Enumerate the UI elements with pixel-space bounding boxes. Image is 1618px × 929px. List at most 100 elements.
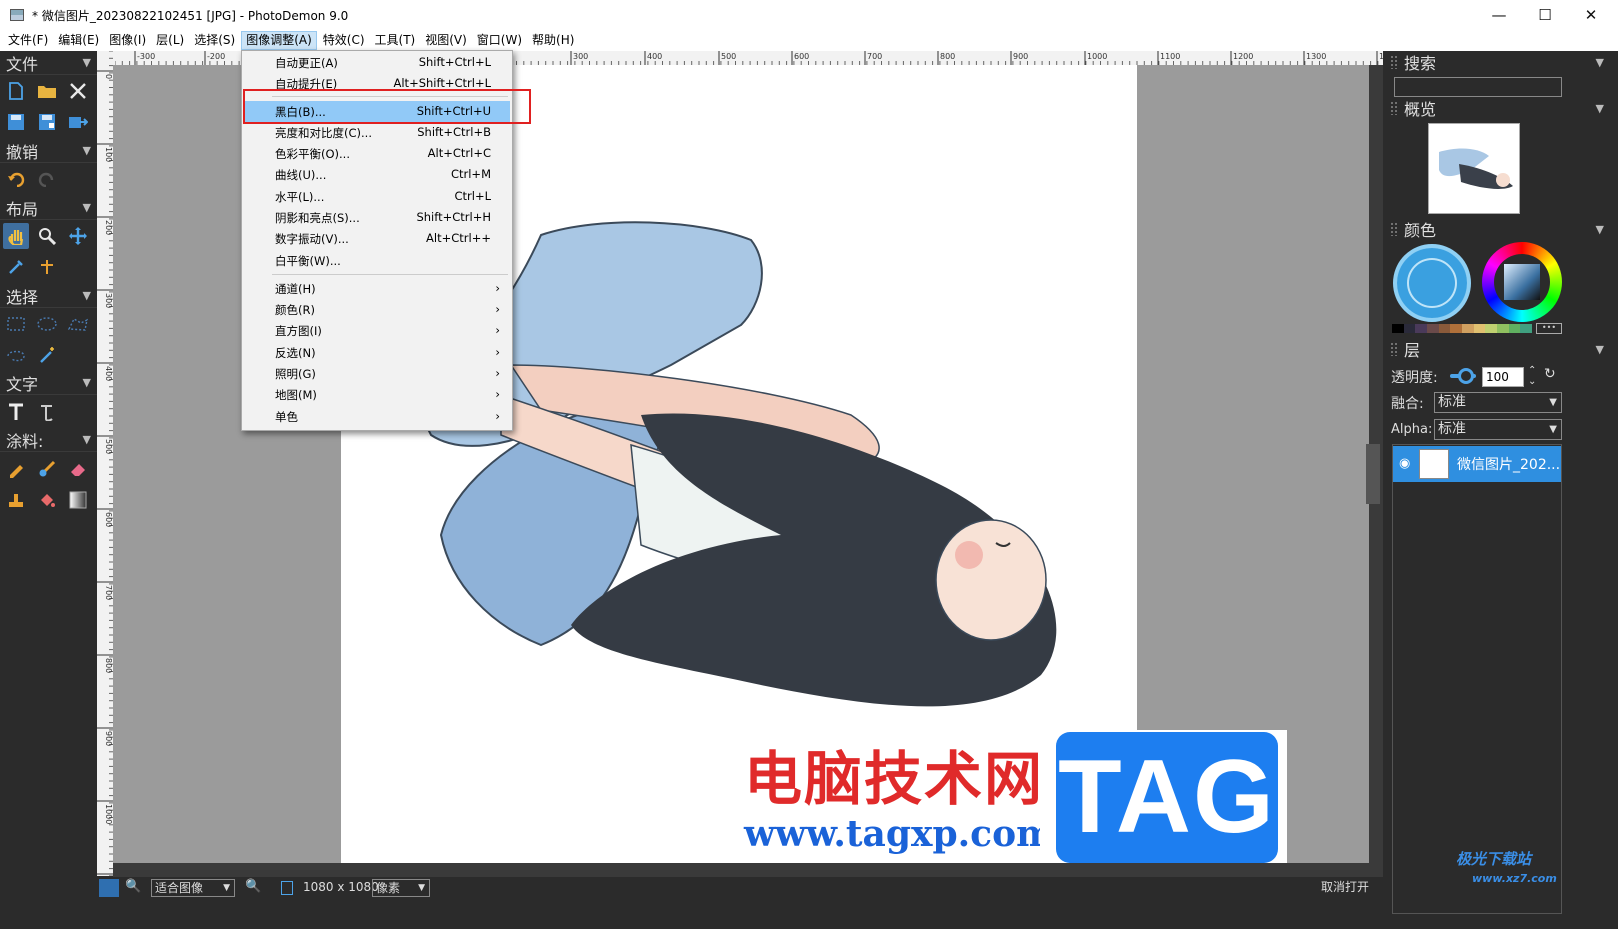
- fill-bucket-icon[interactable]: [34, 487, 60, 513]
- menu-item-color-balance[interactable]: 色彩平衡(O)... Alt+Ctrl+C: [244, 143, 510, 164]
- panel-overview-header[interactable]: 概览 ▼: [1384, 97, 1618, 119]
- menu-edit[interactable]: 编辑(E): [54, 31, 103, 50]
- rect-select-icon[interactable]: [3, 311, 29, 337]
- section-file[interactable]: 文件 ▼: [0, 51, 97, 75]
- layer-row[interactable]: ◉ 微信图片_202...: [1393, 446, 1561, 482]
- panel-search-header[interactable]: 搜索 ▼: [1384, 51, 1618, 73]
- palette-swatch[interactable]: [1438, 324, 1451, 333]
- maximize-button[interactable]: ☐: [1522, 0, 1568, 30]
- zoom-mode-select[interactable]: 适合图像 ▼: [151, 879, 235, 897]
- typography-tool-icon[interactable]: [34, 399, 60, 425]
- overview-thumbnail[interactable]: [1428, 123, 1520, 214]
- opacity-input[interactable]: 100: [1482, 367, 1524, 387]
- menu-item-brightness-contrast[interactable]: 亮度和对比度(C)... Shift+Ctrl+B: [244, 122, 510, 143]
- lasso-select-icon[interactable]: [3, 342, 29, 368]
- menu-select[interactable]: 选择(S): [190, 31, 239, 50]
- reset-icon[interactable]: ↻: [1544, 366, 1556, 382]
- color-square[interactable]: [1504, 264, 1540, 300]
- menu-item-map[interactable]: 地图(M) ›: [244, 384, 510, 405]
- menu-item-levels[interactable]: 水平(L)... Ctrl+L: [244, 186, 510, 207]
- panel-color-header[interactable]: 颜色 ▼: [1384, 218, 1618, 240]
- menu-view[interactable]: 视图(V): [421, 31, 471, 50]
- palette-swatch[interactable]: [1427, 324, 1439, 333]
- minimize-button[interactable]: —: [1476, 0, 1522, 30]
- open-folder-icon[interactable]: [34, 78, 60, 104]
- zoom-out-icon[interactable]: 🔍: [125, 879, 141, 897]
- panel-layers-header[interactable]: 层 ▼: [1384, 338, 1618, 360]
- color-wheel[interactable]: [1482, 242, 1562, 322]
- menu-item-invert[interactable]: 反选(N) ›: [244, 342, 510, 363]
- section-layout[interactable]: 布局 ▼: [0, 196, 97, 220]
- section-select[interactable]: 选择 ▼: [0, 284, 97, 308]
- menu-item-white-balance[interactable]: 白平衡(W)...: [244, 250, 510, 271]
- menu-item-vibrance[interactable]: 数字振动(V)... Alt+Ctrl++: [244, 228, 510, 249]
- menu-image[interactable]: 图像(I): [105, 31, 150, 50]
- palette-swatch[interactable]: [1485, 324, 1498, 333]
- close-file-icon[interactable]: [65, 78, 91, 104]
- unit-select[interactable]: 像素 ▼: [372, 879, 430, 897]
- menu-item-auto-correct[interactable]: 自动更正(A) Shift+Ctrl+L: [244, 52, 510, 73]
- magic-wand-icon[interactable]: [34, 342, 60, 368]
- menu-window[interactable]: 窗口(W): [473, 31, 526, 50]
- brush-icon[interactable]: [34, 456, 60, 482]
- palette-swatch[interactable]: [1462, 324, 1474, 333]
- new-file-icon[interactable]: [3, 78, 29, 104]
- menu-adjustments[interactable]: 图像调整(A): [241, 31, 317, 50]
- menu-help[interactable]: 帮助(H): [528, 31, 578, 50]
- spinner-icon[interactable]: ⌃ ⌄: [1528, 365, 1536, 387]
- menu-item-shadows-highlights[interactable]: 阴影和亮点(S)... Shift+Ctrl+H: [244, 207, 510, 228]
- menu-tools[interactable]: 工具(T): [371, 31, 420, 50]
- hand-icon[interactable]: [3, 223, 29, 249]
- menu-item-monochrome[interactable]: 单色 ›: [244, 406, 510, 427]
- save-icon[interactable]: [3, 109, 29, 135]
- menu-item-curves[interactable]: 曲线(U)... Ctrl+M: [244, 164, 510, 185]
- palette-swatch[interactable]: [1403, 324, 1416, 333]
- export-icon[interactable]: [65, 109, 91, 135]
- palette-swatch[interactable]: [1508, 324, 1521, 333]
- fit-screen-icon[interactable]: [99, 879, 119, 897]
- search-input[interactable]: [1394, 77, 1562, 97]
- more-colors-button[interactable]: •••: [1536, 323, 1562, 334]
- menu-file[interactable]: 文件(F): [4, 31, 52, 50]
- palette-swatch[interactable]: [1415, 324, 1428, 333]
- zoom-icon[interactable]: [34, 223, 60, 249]
- color-picker-icon[interactable]: [3, 254, 29, 280]
- ruler-label: -200: [207, 52, 225, 61]
- eye-icon[interactable]: ◉: [1399, 456, 1410, 471]
- menu-item-histogram[interactable]: 直方图(I) ›: [244, 320, 510, 341]
- menu-layer[interactable]: 层(L): [152, 31, 188, 50]
- palette-swatch[interactable]: [1473, 324, 1486, 333]
- eraser-icon[interactable]: [65, 456, 91, 482]
- section-undo[interactable]: 撤销 ▼: [0, 139, 97, 163]
- move-icon[interactable]: [65, 223, 91, 249]
- color-palette[interactable]: [1392, 324, 1533, 333]
- clone-stamp-icon[interactable]: [3, 487, 29, 513]
- pencil-icon[interactable]: [3, 456, 29, 482]
- undo-icon[interactable]: [3, 166, 29, 192]
- panel-scrollbar[interactable]: [1366, 444, 1380, 504]
- horizontal-scrollbar[interactable]: [113, 863, 1369, 877]
- gradient-icon[interactable]: [65, 487, 91, 513]
- alpha-mode-select[interactable]: 标准 ▼: [1434, 419, 1562, 440]
- palette-swatch[interactable]: [1520, 324, 1533, 333]
- section-paint[interactable]: 涂料: ▼: [0, 428, 97, 452]
- ellipse-select-icon[interactable]: [34, 311, 60, 337]
- primary-color-swatch[interactable]: [1393, 244, 1471, 322]
- polygon-select-icon[interactable]: [65, 311, 91, 337]
- menu-item-lighting[interactable]: 照明(G) ›: [244, 363, 510, 384]
- text-tool-icon[interactable]: [3, 399, 29, 425]
- zoom-in-icon[interactable]: 🔍: [245, 879, 261, 897]
- redo-icon[interactable]: [34, 166, 60, 192]
- palette-swatch[interactable]: [1392, 324, 1404, 333]
- palette-swatch[interactable]: [1450, 324, 1463, 333]
- opacity-slider[interactable]: [1450, 368, 1476, 384]
- menu-item-channels[interactable]: 通道(H) ›: [244, 278, 510, 299]
- menu-item-color[interactable]: 颜色(R) ›: [244, 299, 510, 320]
- close-button[interactable]: ✕: [1568, 0, 1614, 30]
- section-text[interactable]: 文字 ▼: [0, 371, 97, 395]
- crop-icon[interactable]: [34, 254, 60, 280]
- menu-effects[interactable]: 特效(C): [319, 31, 369, 50]
- blend-mode-select[interactable]: 标准 ▼: [1434, 392, 1562, 413]
- save-as-icon[interactable]: [34, 109, 60, 135]
- palette-swatch[interactable]: [1497, 324, 1509, 333]
